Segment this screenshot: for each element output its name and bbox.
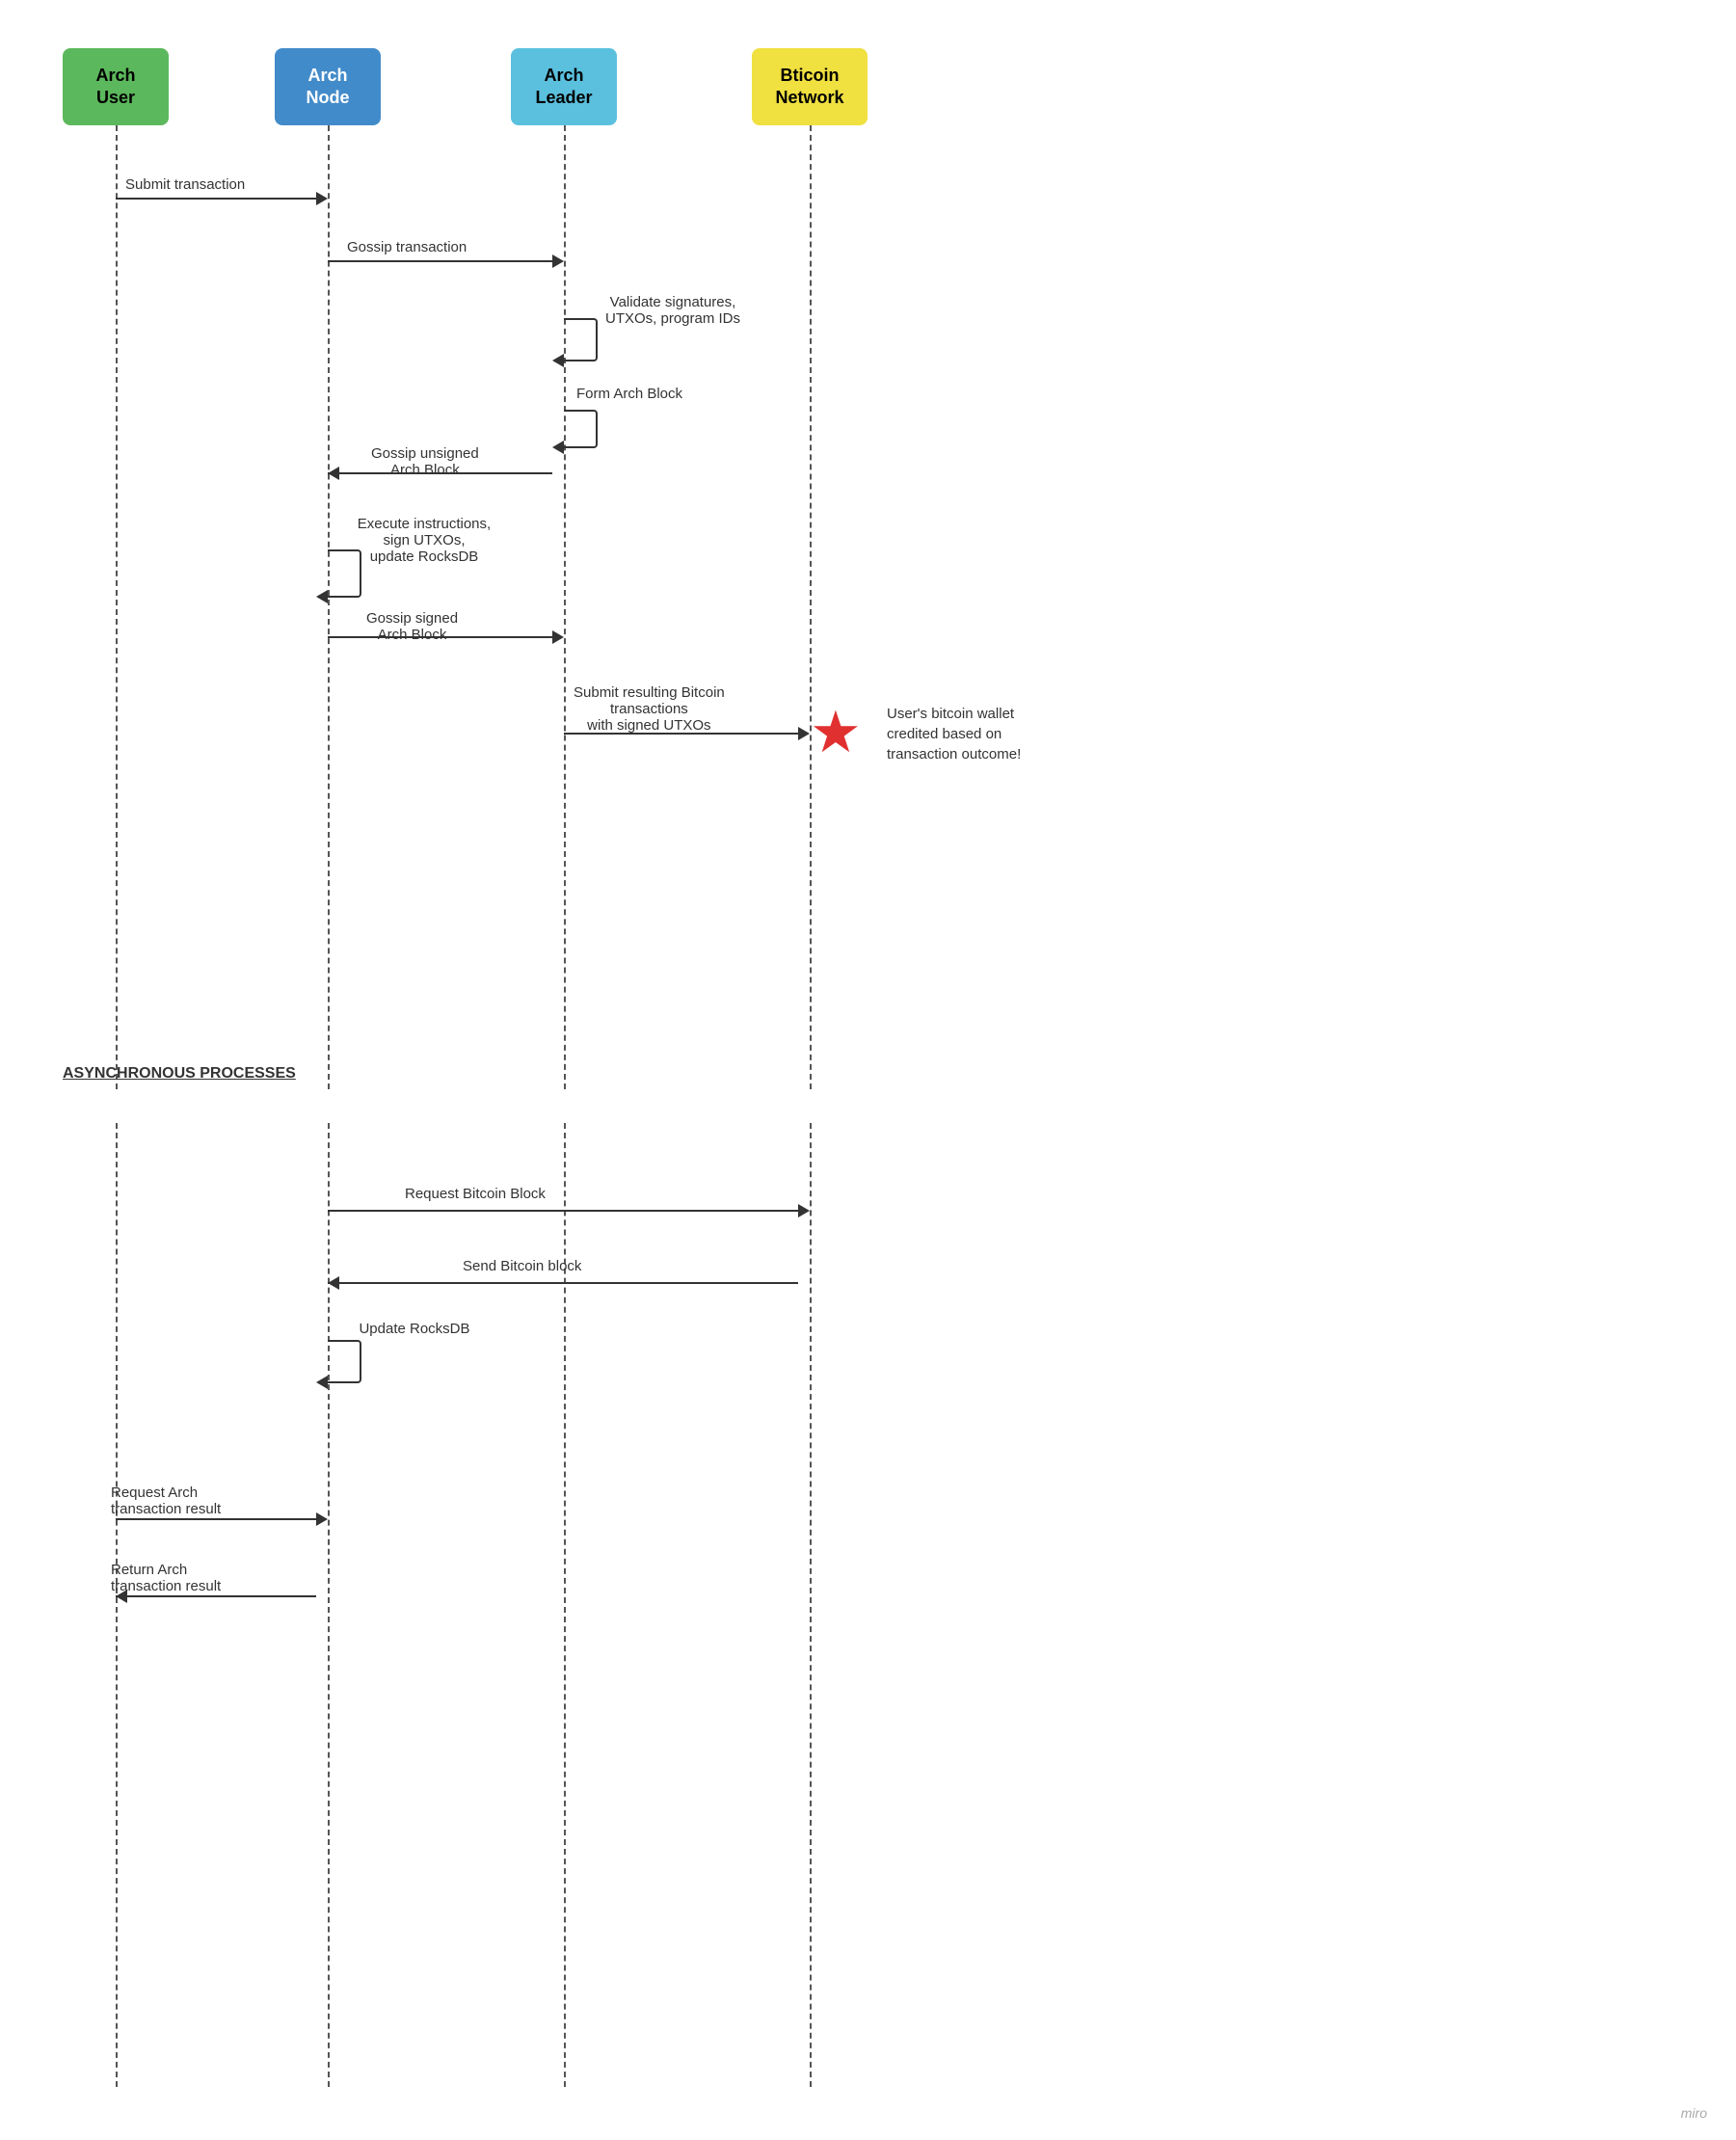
- section-async-label: ASYNCHRONOUS PROCESSES: [63, 1065, 296, 1083]
- label-gossip-transaction: Gossip transaction: [347, 239, 467, 255]
- lifeline-arch-node: [328, 125, 330, 1089]
- actor-arch-leader: ArchLeader: [511, 48, 617, 125]
- self-loop-validate-arrowhead: [552, 354, 564, 367]
- label-update-rocksdb: Update RocksDB: [337, 1321, 492, 1337]
- label-return-arch-tx: Return Archtransaction result: [111, 1562, 284, 1594]
- label-submit-transaction: Submit transaction: [125, 176, 245, 193]
- lifeline2-arch-user: [116, 1123, 118, 2087]
- label-validate: Validate signatures,UTXOs, program IDs: [576, 294, 769, 327]
- actor-arch-user: ArchUser: [63, 48, 169, 125]
- self-loop-update-arrowhead: [316, 1376, 328, 1389]
- lifeline2-arch-node: [328, 1123, 330, 2087]
- lifeline2-bitcoin-network: [810, 1123, 812, 2087]
- diagram-container: ArchUser ArchNode ArchLeader BticoinNetw…: [0, 0, 1736, 2140]
- star-icon: ★: [810, 704, 862, 762]
- lifeline-arch-user: [116, 125, 118, 1089]
- label-form-arch-block: Form Arch Block: [576, 386, 682, 402]
- watermark: miro: [1681, 2105, 1707, 2121]
- self-loop-form-arch-block: [564, 410, 598, 448]
- label-gossip-signed: Gossip signedArch Block: [366, 610, 458, 643]
- lifeline-arch-leader: [564, 125, 566, 1089]
- self-loop-form-arrowhead: [552, 441, 564, 454]
- self-loop-validate: [564, 318, 598, 361]
- bitcoin-wallet-note: User's bitcoin walletcredited based ontr…: [887, 704, 1080, 764]
- label-execute: Execute instructions,sign UTXOs,update R…: [337, 516, 511, 565]
- actor-bitcoin-network: BticoinNetwork: [752, 48, 868, 125]
- self-loop-update-rocksdb: [328, 1340, 361, 1383]
- self-loop-execute: [328, 549, 361, 598]
- self-loop-execute-arrowhead: [316, 590, 328, 603]
- label-submit-resulting: Submit resulting Bitcointransactionswith…: [574, 684, 725, 734]
- label-send-bitcoin-block: Send Bitcoin block: [463, 1258, 581, 1274]
- label-request-bitcoin-block: Request Bitcoin Block: [405, 1186, 546, 1202]
- lifeline-bitcoin-network: [810, 125, 812, 1089]
- label-request-arch-tx: Request Archtransaction result: [111, 1485, 284, 1517]
- label-gossip-unsigned: Gossip unsignedArch Block: [371, 445, 479, 478]
- actor-arch-node: ArchNode: [275, 48, 381, 125]
